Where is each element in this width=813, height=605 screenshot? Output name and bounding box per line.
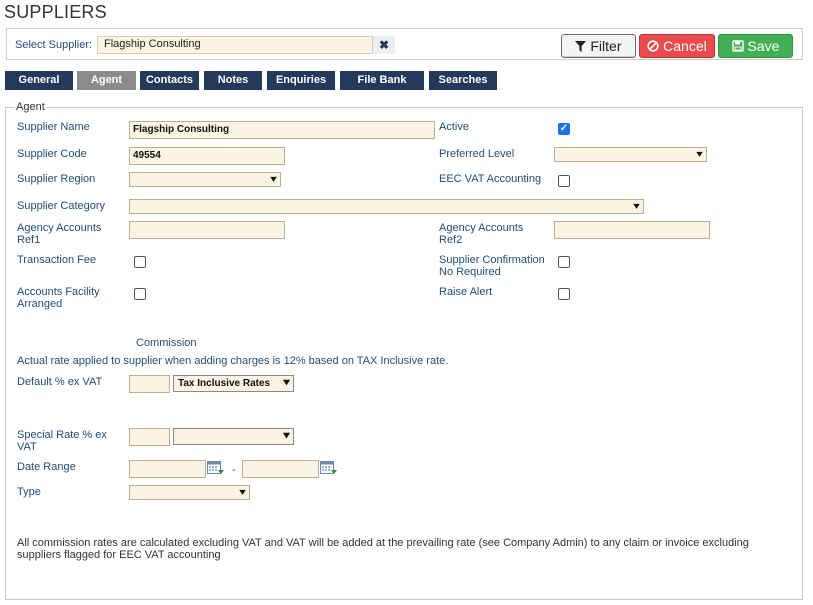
agent-legend: Agent: [14, 101, 47, 113]
agency-ref1-label-line1: Agency Accounts: [17, 222, 102, 234]
raise-alert-checkbox[interactable]: [558, 288, 570, 300]
date-from-field[interactable]: [129, 460, 206, 478]
ban-icon: [647, 40, 659, 52]
chevron-down-icon: ▾: [283, 430, 290, 441]
type-select[interactable]: ▾: [129, 485, 250, 500]
agency-ref2-label-line2: Ref2: [439, 234, 463, 246]
eec-vat-checkbox[interactable]: [558, 175, 570, 187]
special-rate-type-select[interactable]: ▾: [173, 428, 294, 445]
supplier-name-field[interactable]: Flagship Consulting: [129, 121, 435, 139]
save-button[interactable]: Save: [718, 34, 793, 58]
page-title: SUPPLIERS: [4, 2, 107, 22]
tab-enquiries[interactable]: Enquiries: [267, 71, 335, 90]
transaction-fee-label: Transaction Fee: [17, 254, 97, 266]
active-label: Active: [439, 121, 469, 133]
chevron-down-icon: ▾: [239, 487, 246, 498]
cancel-label: Cancel: [663, 38, 707, 54]
select-supplier-label: Select Supplier:: [15, 39, 93, 51]
commission-heading: Commission: [136, 337, 197, 349]
supplier-code-field[interactable]: 49554: [129, 147, 285, 165]
calendar-icon[interactable]: [207, 461, 225, 475]
filter-label: Filter: [590, 38, 622, 54]
calendar-icon[interactable]: [320, 461, 338, 475]
supplier-code-label: Supplier Code: [17, 148, 87, 160]
rate-type-select[interactable]: Tax Inclusive Rates ▾: [173, 375, 294, 392]
save-label: Save: [747, 38, 780, 54]
commission-note: Actual rate applied to supplier when add…: [17, 355, 449, 367]
supplier-category-select[interactable]: ▾: [129, 199, 644, 214]
transaction-fee-checkbox[interactable]: [134, 256, 146, 268]
supplier-confirmation-label-line2: No Required: [439, 266, 501, 278]
agency-ref1-label: Agency Accounts Ref1: [17, 222, 101, 246]
raise-alert-label: Raise Alert: [439, 286, 493, 298]
accounts-facility-checkbox[interactable]: [134, 288, 146, 300]
eec-vat-label: EEC VAT Accounting: [439, 173, 542, 185]
supplier-confirmation-label-line1: Supplier Confirmation: [439, 254, 545, 266]
agent-fieldset: [5, 107, 803, 600]
supplier-category-label: Supplier Category: [17, 200, 106, 212]
chevron-down-icon: ▾: [633, 201, 640, 212]
supplier-region-select[interactable]: ▾: [129, 172, 281, 187]
chevron-down-icon: ▾: [270, 174, 277, 185]
supplier-confirmation-label: Supplier Confirmation No Required: [439, 254, 545, 278]
supplier-select-input[interactable]: Flagship Consulting: [97, 36, 373, 54]
floppy-disk-icon: [731, 40, 744, 52]
active-checkbox[interactable]: ✓: [558, 123, 570, 135]
supplier-region-label: Supplier Region: [17, 173, 96, 185]
default-rate-field[interactable]: [129, 375, 170, 393]
commission-footer-line2: suppliers flagged for EEC VAT accounting: [17, 549, 221, 561]
accounts-facility-label-line1: Accounts Facility: [17, 286, 100, 298]
tab-agent[interactable]: Agent: [77, 71, 136, 90]
filter-button[interactable]: Filter: [561, 34, 636, 58]
check-icon: ✓: [559, 123, 569, 134]
tab-notes[interactable]: Notes: [204, 71, 262, 90]
preferred-level-select[interactable]: ▾: [554, 147, 707, 162]
chevron-down-icon: ▾: [283, 377, 290, 388]
type-label: Type: [17, 486, 41, 498]
agency-ref2-label-line1: Agency Accounts: [439, 222, 524, 234]
supplier-confirmation-checkbox[interactable]: [558, 256, 570, 268]
agency-ref2-label: Agency Accounts Ref2: [439, 222, 523, 246]
tab-general[interactable]: General: [5, 71, 73, 90]
clear-supplier-button[interactable]: ✖: [373, 36, 395, 54]
commission-footer-line1: All commission rates are calculated excl…: [17, 537, 749, 549]
supplier-name-label: Supplier Name: [17, 121, 90, 133]
tab-searches[interactable]: Searches: [429, 71, 497, 90]
special-rate-label: Special Rate % ex VAT: [17, 429, 107, 453]
date-range-separator: -: [232, 464, 236, 476]
tab-contacts[interactable]: Contacts: [140, 71, 199, 90]
preferred-level-label: Preferred Level: [439, 148, 515, 160]
date-range-label: Date Range: [17, 461, 76, 473]
filter-icon: [575, 41, 587, 52]
cancel-button[interactable]: Cancel: [639, 34, 715, 58]
tab-file-bank[interactable]: File Bank: [340, 71, 424, 90]
default-rate-label: Default % ex VAT: [17, 376, 103, 388]
accounts-facility-label: Accounts Facility Arranged: [17, 286, 100, 310]
special-rate-label-line2: VAT: [17, 441, 37, 453]
agency-ref2-field[interactable]: [554, 221, 710, 239]
accounts-facility-label-line2: Arranged: [17, 298, 63, 310]
commission-footer-note: All commission rates are calculated excl…: [17, 537, 797, 561]
agency-ref1-field[interactable]: [129, 221, 285, 239]
chevron-down-icon: ▾: [696, 149, 703, 160]
special-rate-label-line1: Special Rate % ex: [17, 429, 107, 441]
special-rate-field[interactable]: [129, 428, 170, 446]
date-to-field[interactable]: [242, 460, 319, 478]
times-icon: ✖: [378, 38, 390, 52]
rate-type-value: Tax Inclusive Rates: [178, 378, 271, 389]
agency-ref1-label-line2: Ref1: [17, 234, 41, 246]
